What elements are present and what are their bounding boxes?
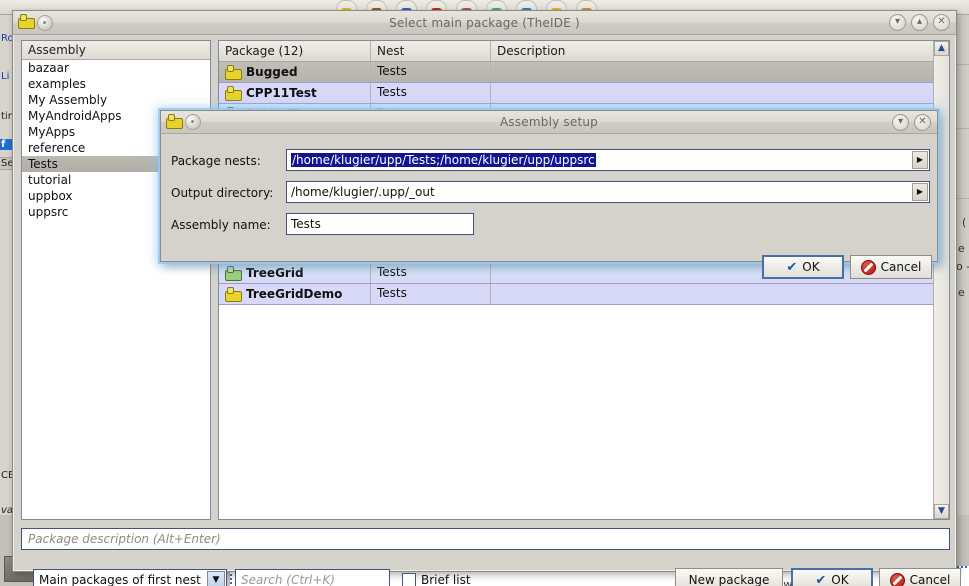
ok-button[interactable]: ✔ OK: [791, 568, 873, 586]
bg-right-text: (: [962, 216, 966, 229]
package-filter-value: Main packages of first nest: [39, 573, 201, 586]
assembly-column-header: Assembly: [22, 41, 210, 60]
check-icon: ✔: [786, 260, 797, 275]
cell-package: TreeGrid: [246, 266, 304, 280]
assembly-name-input[interactable]: Tests: [286, 213, 474, 235]
assembly-setup-cancel-button[interactable]: Cancel: [850, 255, 932, 279]
column-header-description[interactable]: Description: [491, 41, 949, 61]
assembly-setup-titlebar[interactable]: Assembly setup ▾ ✕: [161, 111, 937, 134]
modal-brick-icon: [166, 114, 181, 131]
cell-package: CPP11Test: [246, 86, 317, 100]
brick-icon: [225, 65, 240, 79]
brief-list-checkbox[interactable]: [402, 573, 416, 586]
ok-label: OK: [831, 573, 848, 586]
search-input[interactable]: Search (Ctrl+K): [235, 569, 390, 586]
table-row[interactable]: TreeGridDemo Tests: [219, 284, 949, 305]
cancel-label: Cancel: [910, 573, 951, 586]
cell-description: [491, 284, 949, 304]
output-directory-input[interactable]: /home/klugier/.upp/_out ▶: [286, 181, 930, 203]
assembly-name-label: Assembly name:: [171, 218, 271, 232]
cell-nest: Tests: [371, 83, 491, 103]
new-package-label: New package: [689, 573, 770, 586]
scroll-up-icon[interactable]: ▲: [934, 41, 949, 56]
package-description-input[interactable]: Package description (Alt+Enter): [21, 528, 950, 550]
modal-close-icon[interactable]: ✕: [914, 114, 931, 131]
window-title: Select main package (TheIDE ): [13, 16, 956, 30]
package-nests-input[interactable]: /home/klugier/upp/Tests;/home/klugier/up…: [286, 149, 930, 171]
brief-list-label: Brief list: [421, 573, 471, 586]
cell-nest: Tests: [371, 263, 491, 283]
sidebar-item-bazaar[interactable]: bazaar: [22, 60, 210, 76]
output-directory-value: /home/klugier/.upp/_out: [291, 185, 435, 199]
sidebar-item-my-assembly[interactable]: My Assembly: [22, 92, 210, 108]
assembly-name-value: Tests: [291, 217, 321, 231]
maximize-icon[interactable]: ▴: [911, 14, 928, 31]
minimize-icon[interactable]: ▾: [889, 14, 906, 31]
brick-icon: [225, 86, 240, 100]
package-nests-value: /home/klugier/upp/Tests;/home/klugier/up…: [291, 153, 596, 167]
package-nests-label: Package nests:: [171, 154, 261, 168]
assembly-setup-ok-button[interactable]: ✔ OK: [762, 255, 844, 279]
scroll-down-icon[interactable]: ▼: [934, 504, 949, 519]
brick-green-icon: [225, 266, 240, 280]
select-main-package-window: Select main package (TheIDE ) ▾ ▴ ✕ Asse…: [12, 10, 957, 572]
package-filter-dropdown[interactable]: Main packages of first nest ▼: [33, 569, 227, 586]
cell-package: Bugged: [246, 65, 298, 79]
bg-right-text: e: [958, 286, 965, 299]
cancel-button[interactable]: Cancel: [879, 568, 961, 586]
table-row[interactable]: CPP11Test Tests: [219, 83, 949, 104]
table-row[interactable]: Bugged Tests: [219, 62, 949, 83]
bg-right-text: o -: [956, 260, 969, 273]
cancel-icon: [890, 573, 905, 586]
cancel-icon: [861, 260, 876, 275]
check-icon: ✔: [815, 573, 826, 586]
brief-list-checkbox-wrap[interactable]: Brief list: [402, 573, 471, 586]
column-header-nest[interactable]: Nest: [371, 41, 491, 61]
assembly-setup-cancel-label: Cancel: [881, 260, 922, 274]
output-directory-dropdown-icon[interactable]: ▶: [912, 183, 928, 201]
modal-minimize-icon[interactable]: ▾: [892, 114, 909, 131]
output-directory-label: Output directory:: [171, 186, 273, 200]
cell-nest: Tests: [371, 62, 491, 82]
bg-right-text: e: [958, 242, 965, 255]
new-package-button[interactable]: New package: [675, 568, 783, 586]
package-nests-dropdown-icon[interactable]: ▶: [912, 151, 928, 169]
assembly-setup-title: Assembly setup: [161, 115, 937, 129]
chevron-down-icon[interactable]: ▼: [207, 571, 225, 586]
close-icon[interactable]: ✕: [933, 14, 950, 31]
brick-icon: [225, 287, 240, 301]
assembly-setup-ok-label: OK: [802, 260, 819, 274]
cell-package: TreeGridDemo: [246, 287, 342, 301]
cell-description: [491, 62, 949, 82]
cell-nest: Tests: [371, 284, 491, 304]
window-brick-icon: [18, 14, 33, 31]
package-table-header: Package (12) Nest Description: [219, 41, 949, 62]
window-titlebar[interactable]: Select main package (TheIDE ) ▾ ▴ ✕: [13, 11, 956, 35]
column-header-package[interactable]: Package (12): [219, 41, 371, 61]
cell-description: [491, 83, 949, 103]
assembly-setup-dialog: Assembly setup ▾ ✕ Package nests: /home/…: [160, 110, 938, 262]
sidebar-item-examples[interactable]: examples: [22, 76, 210, 92]
